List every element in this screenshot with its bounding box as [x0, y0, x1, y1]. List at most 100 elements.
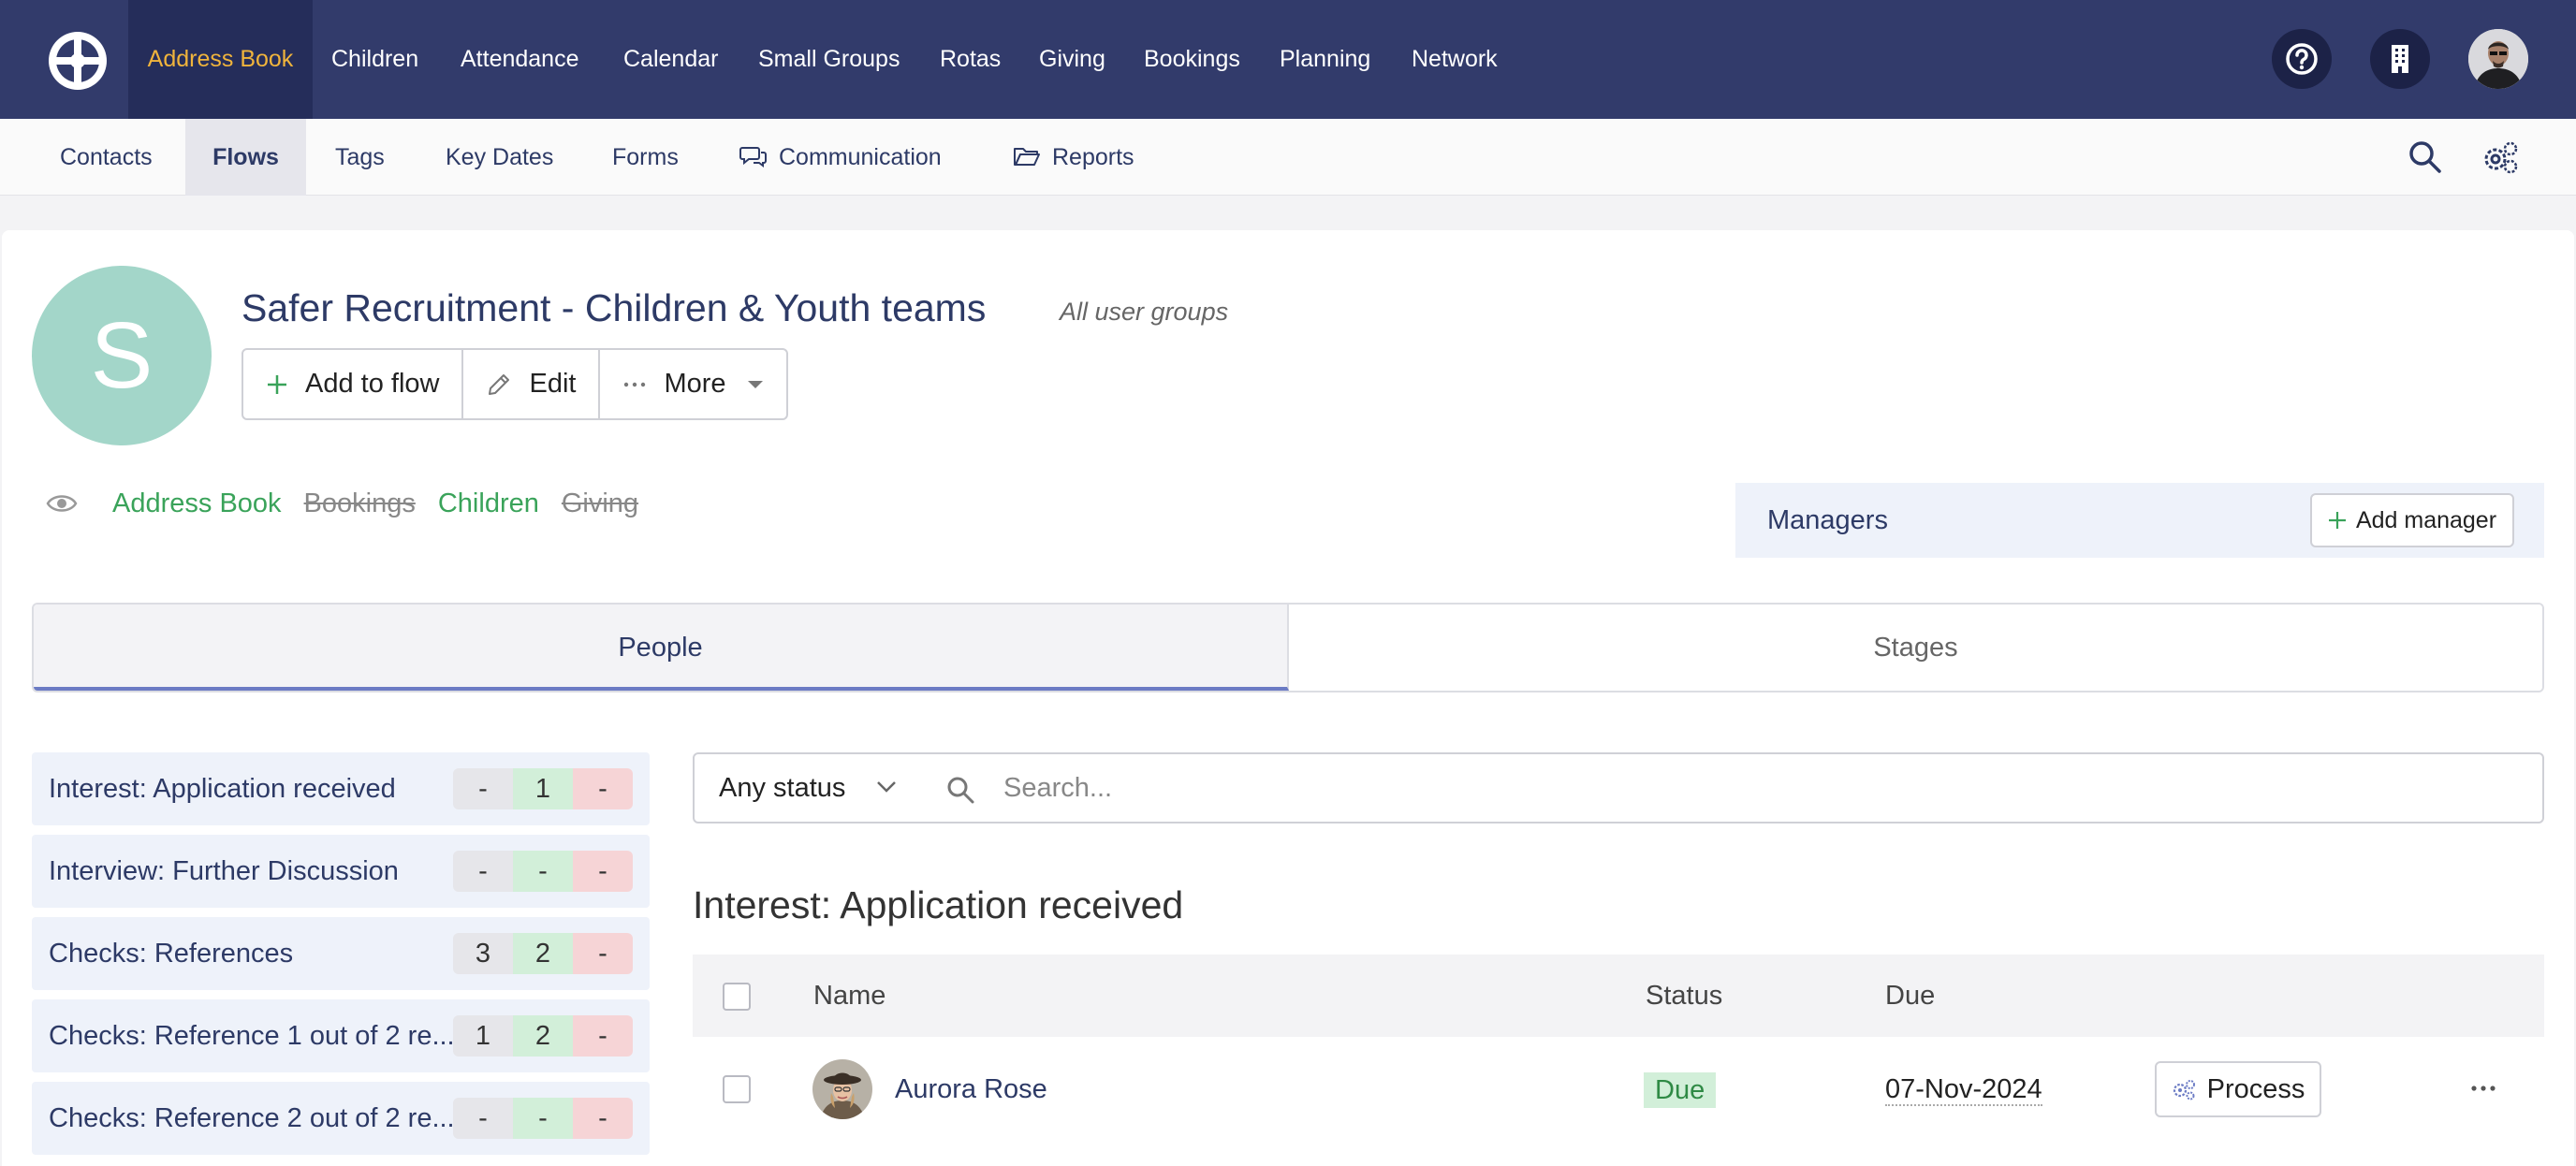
subnav-communication-label: Communication — [779, 144, 942, 170]
stage-count-pending: - — [453, 768, 513, 809]
subnav-communication[interactable]: Communication — [739, 119, 942, 196]
building-icon — [2392, 45, 2408, 73]
ellipsis-icon — [624, 382, 646, 386]
stage-count-overdue: - — [573, 851, 633, 892]
module-children: Children — [437, 488, 539, 518]
add-to-flow-button[interactable]: Add to flow — [243, 350, 464, 418]
tab-stages[interactable]: Stages — [1289, 605, 2542, 691]
stage-section-title: Interest: Application received — [693, 883, 1184, 926]
flow-tabs: People Stages — [32, 603, 2544, 692]
row-checkbox[interactable] — [723, 1075, 751, 1103]
module-giving: Giving — [561, 488, 639, 518]
subnav-forms[interactable]: Forms — [612, 119, 679, 196]
nav-rotas[interactable]: Rotas — [940, 0, 1001, 119]
stage-count-complete: 2 — [513, 933, 573, 974]
stage-counts: - 1 - — [453, 768, 633, 809]
stage-count-pending: - — [453, 1098, 513, 1139]
process-button[interactable]: Process — [2155, 1061, 2321, 1117]
add-manager-button[interactable]: Add manager — [2310, 493, 2514, 547]
pencil-icon — [489, 373, 510, 395]
stage-item[interactable]: Interview: Further Discussion - - - — [32, 835, 650, 908]
module-address-book: Address Book — [112, 488, 282, 518]
organisation-button[interactable] — [2370, 29, 2430, 89]
nav-attendance[interactable]: Attendance — [461, 0, 579, 119]
page-title: Safer Recruitment - Children & Youth tea… — [242, 286, 987, 329]
stage-name: Checks: Reference 1 out of 2 re... — [49, 1021, 455, 1051]
eye-icon — [46, 495, 78, 512]
settings-gears-icon[interactable] — [2481, 138, 2520, 176]
stage-count-overdue: - — [573, 1098, 633, 1139]
subnav-reports[interactable]: Reports — [1013, 119, 1134, 196]
row-more-icon[interactable] — [2469, 1074, 2497, 1102]
nav-calendar[interactable]: Calendar — [623, 0, 718, 119]
nav-address-book[interactable]: Address Book — [128, 0, 313, 119]
help-icon — [2286, 43, 2318, 75]
user-groups-label: All user groups — [1060, 298, 1229, 326]
stage-item[interactable]: Checks: Reference 2 out of 2 re... - - - — [32, 1082, 650, 1155]
stage-counts: - - - — [453, 851, 633, 892]
stage-item[interactable]: Checks: Reference 1 out of 2 re... 1 2 - — [32, 999, 650, 1072]
search-icon[interactable] — [2408, 139, 2443, 175]
managers-label: Managers — [1767, 505, 1888, 535]
plus-icon — [2328, 512, 2346, 529]
stage-name: Interest: Application received — [49, 774, 396, 804]
help-button[interactable] — [2272, 29, 2332, 89]
stage-counts: - - - — [453, 1098, 633, 1139]
column-header-due[interactable]: Due — [1885, 955, 1935, 1037]
person-name[interactable]: Aurora Rose — [895, 1037, 1047, 1142]
add-to-flow-label: Add to flow — [305, 369, 440, 399]
search-input[interactable] — [1002, 765, 2499, 810]
stage-name: Interview: Further Discussion — [49, 856, 399, 886]
stage-item[interactable]: Interest: Application received - 1 - — [32, 752, 650, 825]
folder-icon — [1014, 148, 1040, 167]
stage-name: Checks: References — [49, 939, 294, 969]
column-header-status[interactable]: Status — [1646, 955, 1722, 1037]
stage-count-complete: 2 — [513, 1015, 573, 1057]
stage-count-complete: 1 — [513, 768, 573, 809]
stage-count-overdue: - — [573, 1015, 633, 1057]
stage-item[interactable]: Checks: References 3 2 - — [32, 917, 650, 990]
status-select-value: Any status — [719, 773, 846, 803]
plus-icon — [268, 374, 286, 394]
edit-label: Edit — [529, 369, 577, 399]
subnav-flows[interactable]: Flows — [185, 119, 306, 196]
subnav-key-dates[interactable]: Key Dates — [446, 119, 553, 196]
status-select[interactable]: Any status — [693, 752, 923, 823]
subnav-contacts[interactable]: Contacts — [60, 119, 153, 196]
chat-icon — [739, 147, 767, 168]
app-logo-icon[interactable] — [47, 30, 109, 92]
caret-down-icon — [747, 380, 763, 388]
more-label: More — [664, 369, 726, 399]
nav-planning[interactable]: Planning — [1280, 0, 1370, 119]
column-header-name[interactable]: Name — [813, 955, 886, 1037]
status-badge: Due — [1644, 1072, 1717, 1108]
nav-giving[interactable]: Giving — [1039, 0, 1105, 119]
table-header: Name Status Due — [693, 955, 2544, 1037]
stage-name: Checks: Reference 2 out of 2 re... — [49, 1103, 455, 1133]
user-avatar[interactable] — [2468, 29, 2528, 89]
tab-people[interactable]: People — [34, 605, 1289, 691]
nav-small-groups[interactable]: Small Groups — [758, 0, 900, 119]
select-all-checkbox[interactable] — [723, 983, 751, 1011]
person-avatar — [812, 1059, 872, 1119]
table-row[interactable]: Aurora Rose Due 07-Nov-2024 Process — [693, 1037, 2544, 1142]
flow-avatar: S — [32, 266, 212, 445]
stage-counts: 1 2 - — [453, 1015, 633, 1057]
nav-children[interactable]: Children — [331, 0, 418, 119]
stage-count-pending: 1 — [453, 1015, 513, 1057]
nav-bookings[interactable]: Bookings — [1144, 0, 1240, 119]
more-button[interactable]: More — [600, 350, 785, 418]
flow-actions: Add to flow Edit More — [242, 348, 788, 420]
search-icon — [947, 777, 974, 804]
stage-count-complete: - — [513, 851, 573, 892]
stage-counts: 3 2 - — [453, 933, 633, 974]
stage-count-complete: - — [513, 1098, 573, 1139]
user-photo-icon — [2468, 29, 2528, 89]
nav-network[interactable]: Network — [1412, 0, 1498, 119]
edit-button[interactable]: Edit — [463, 350, 601, 418]
due-date: 07-Nov-2024 — [1885, 1037, 2042, 1142]
subnav-tags[interactable]: Tags — [335, 119, 385, 196]
add-manager-label: Add manager — [2355, 506, 2497, 533]
subnav-reports-label: Reports — [1052, 144, 1134, 170]
module-bookings: Bookings — [303, 488, 416, 518]
